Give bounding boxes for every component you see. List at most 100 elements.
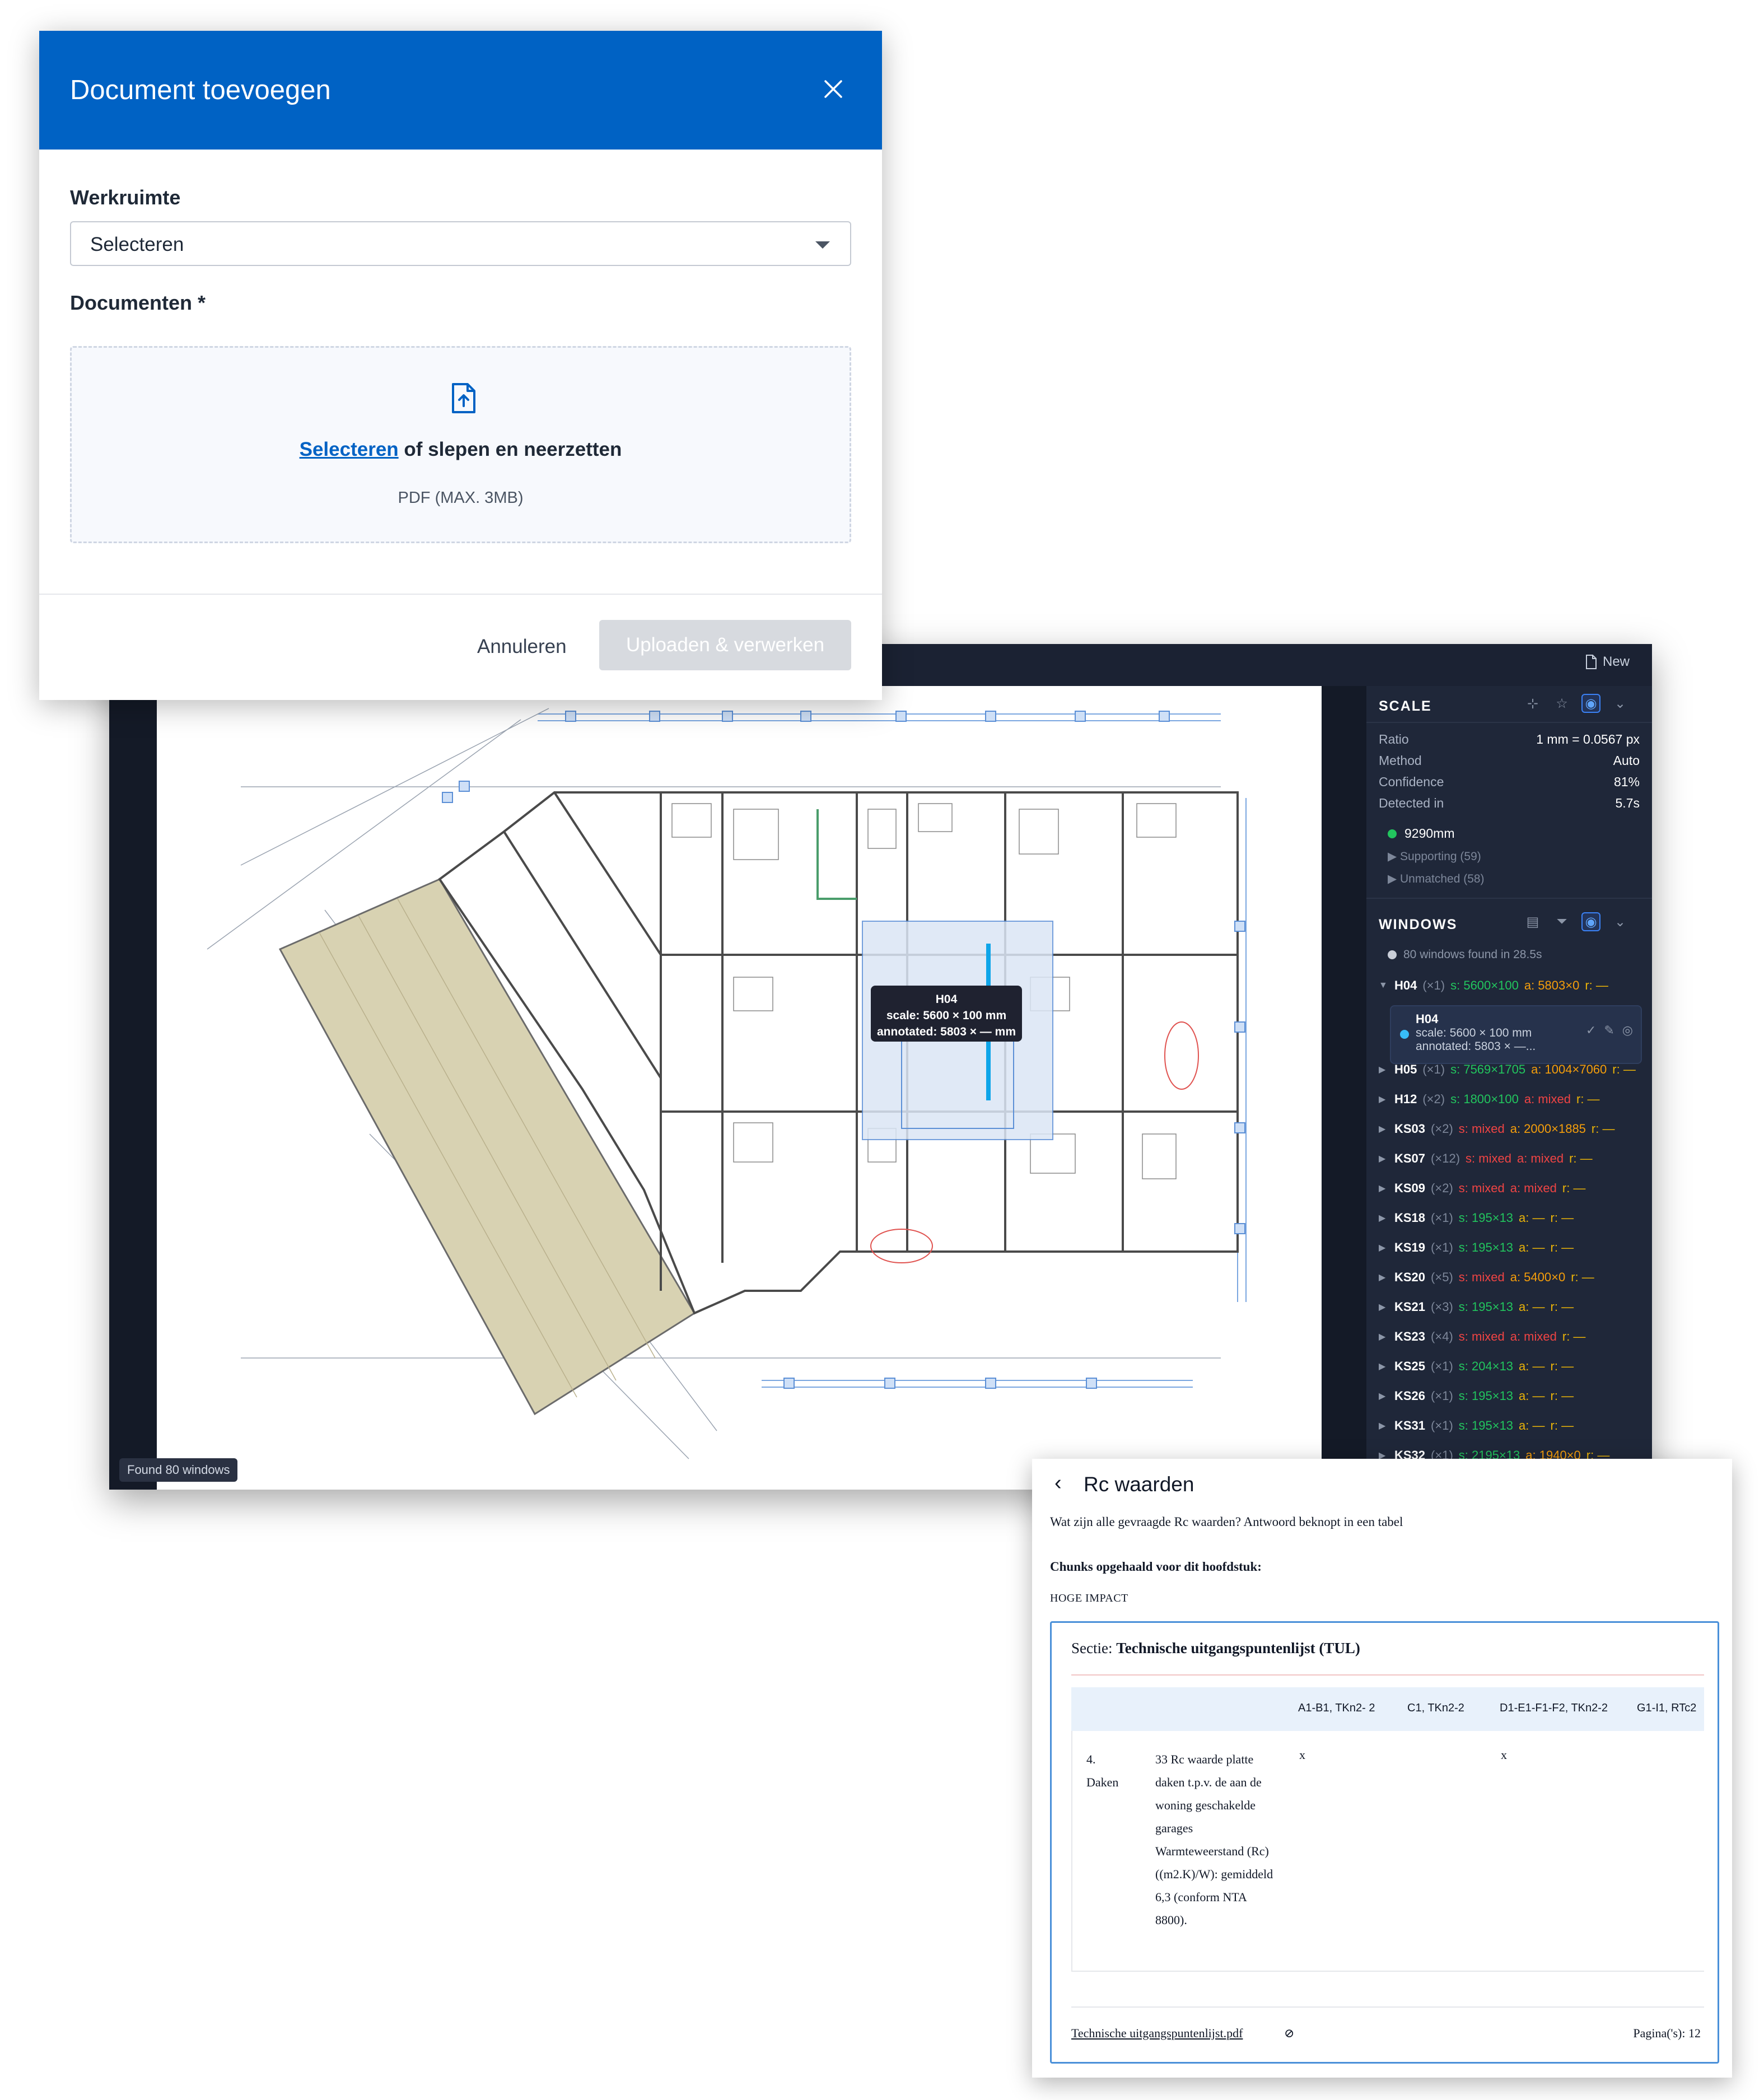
window-annotated: a: mixed [1510, 1181, 1557, 1195]
window-row-ks19[interactable]: ▶ KS19 (×1) s: 195×13 a: — r: — [1379, 1236, 1648, 1259]
new-button[interactable]: New [1585, 654, 1630, 670]
pencil-icon[interactable]: ✎ [1604, 1023, 1614, 1038]
divider [1366, 722, 1652, 723]
floor-plan-drawing[interactable] [157, 686, 1322, 1490]
measurement-value: 9290mm [1404, 826, 1455, 841]
window-scale: s: 204×13 [1458, 1359, 1514, 1373]
window-row-ks20[interactable]: ▶ KS20 (×5) s: mixed a: 5400×0 r: — [1379, 1266, 1648, 1289]
caret-right-icon[interactable]: ▶ [1379, 1390, 1389, 1402]
scale-section-header: SCALE ⊹ ☆ ◉ ⌄ [1366, 686, 1652, 725]
window-annotated: a: — [1519, 1359, 1545, 1373]
window-ratio: r: — [1562, 1329, 1586, 1343]
window-row-h04[interactable]: ▼ H04 (×1) s: 5600×100 a: 5803×0 r: — [1379, 974, 1648, 997]
window-annotated: a: — [1519, 1389, 1545, 1403]
upload-process-button[interactable]: Uploaden & verwerken [599, 620, 851, 670]
chevron-down-icon[interactable]: ⌄ [1611, 694, 1630, 713]
window-scale: s: mixed [1458, 1270, 1505, 1284]
windows-summary-text: 80 windows found in 28.5s [1403, 948, 1542, 961]
caret-right-icon[interactable]: ▶ [1379, 1301, 1389, 1313]
caret-right-icon[interactable]: ▶ [1379, 1123, 1389, 1135]
caret-right-icon[interactable]: ▶ [1379, 1183, 1389, 1194]
caret-right-icon[interactable]: ▶ [1379, 1331, 1389, 1342]
window-row-ks25[interactable]: ▶ KS25 (×1) s: 204×13 a: — r: — [1379, 1355, 1648, 1378]
select-files-link[interactable]: Selecteren [300, 438, 399, 460]
cell-mark: x [1501, 1748, 1507, 1762]
eye-icon[interactable]: ◉ [1581, 694, 1600, 713]
window-row-ks23[interactable]: ▶ KS23 (×4) s: mixed a: mixed r: — [1379, 1326, 1648, 1348]
workspace-select[interactable]: Selecteren [70, 221, 851, 266]
caret-right-icon[interactable]: ▶ [1379, 1094, 1389, 1105]
window-row-h12[interactable]: ▶ H12 (×2) s: 1800×100 a: mixed r: — [1379, 1088, 1648, 1110]
window-count: (×3) [1431, 1300, 1453, 1314]
caret-down-icon[interactable]: ▼ [1379, 981, 1389, 991]
unmatched-toggle[interactable]: ▶ Unmatched (58) [1388, 872, 1485, 886]
row-key: Ratio [1379, 732, 1409, 746]
window-ratio: r: — [1562, 1181, 1586, 1195]
window-id: KS09 [1394, 1181, 1426, 1195]
window-row-ks09[interactable]: ▶ KS09 (×2) s: mixed a: mixed r: — [1379, 1177, 1648, 1200]
caret-right-icon[interactable]: ▶ [1379, 1153, 1389, 1164]
window-count: (×1) [1431, 1211, 1453, 1225]
star-icon[interactable]: ☆ [1552, 694, 1571, 713]
scale-measurement[interactable]: 9290mm [1388, 826, 1454, 841]
window-scale: s: mixed [1466, 1151, 1511, 1165]
dropzone-text: of slepen en neerzetten [398, 438, 622, 460]
list-icon[interactable]: ▤ [1523, 912, 1542, 931]
row-key: Confidence [1379, 774, 1444, 789]
tooltip-annotated: annotated: 5803 × — mm [877, 1025, 1016, 1038]
window-id: KS23 [1394, 1329, 1426, 1343]
window-scale: s: 7569×1705 [1450, 1062, 1526, 1076]
window-row-ks31[interactable]: ▶ KS31 (×1) s: 195×13 a: — r: — [1379, 1415, 1648, 1437]
source-pdf-link[interactable]: Technische uitgangspuntenlijst.pdf [1071, 2026, 1243, 2041]
row-number: 4. Daken [1086, 1752, 1119, 1789]
caret-right-icon[interactable]: ▶ [1379, 1420, 1389, 1431]
window-row-ks03[interactable]: ▶ KS03 (×2) s: mixed a: 2000×1885 r: — [1379, 1118, 1648, 1140]
supporting-toggle[interactable]: ▶ Supporting (59) [1388, 850, 1481, 864]
floor-plan-svg [207, 708, 1247, 1459]
window-row-ks07[interactable]: ▶ KS07 (×12) s: mixed a: mixed r: — [1379, 1147, 1648, 1170]
caret-right-icon[interactable]: ▶ [1379, 1361, 1389, 1372]
window-annotated: a: — [1519, 1418, 1545, 1432]
window-annotated: a: — [1519, 1211, 1545, 1225]
row-value: 5.7s [1615, 796, 1640, 810]
back-chevron-icon[interactable]: ‹ [1054, 1471, 1062, 1495]
column-header: A1-B1, TKn2- 2 [1298, 1702, 1375, 1714]
caret-right-icon[interactable]: ▶ [1379, 1242, 1389, 1253]
window-id: KS25 [1394, 1359, 1426, 1373]
row-value: 81% [1613, 774, 1640, 789]
window-ratio: r: — [1576, 1092, 1600, 1106]
window-ratio: r: — [1550, 1240, 1574, 1254]
window-row-ks18[interactable]: ▶ KS18 (×1) s: 195×13 a: — r: — [1379, 1207, 1648, 1229]
window-row-ks26[interactable]: ▶ KS26 (×1) s: 195×13 a: — r: — [1379, 1385, 1648, 1407]
analysis-side-panel: SCALE ⊹ ☆ ◉ ⌄ Ratio 1 mm = 0.0567 px Meth… [1366, 686, 1652, 1490]
window-id: KS26 [1394, 1389, 1426, 1403]
eye-icon[interactable]: ◉ [1581, 912, 1600, 931]
filter-icon[interactable]: ⏷ [1552, 912, 1571, 931]
status-dot-icon [1400, 1030, 1409, 1039]
chevron-down-icon[interactable]: ⌄ [1611, 912, 1630, 931]
ruler-icon[interactable]: ⊹ [1523, 694, 1542, 713]
document-icon [1585, 655, 1597, 669]
column-header: D1-E1-F1-F2, TKn2-2 [1500, 1702, 1608, 1714]
workspace-select-value: Selecteren [90, 234, 184, 255]
window-ratio: r: — [1585, 978, 1608, 992]
caret-right-icon[interactable]: ▶ [1379, 1212, 1389, 1224]
divider [1071, 2006, 1704, 2008]
rc-values-card: ‹ Rc waarden Wat zijn alle gevraagde Rc … [1032, 1459, 1732, 2078]
caret-right-icon[interactable]: ▶ [1379, 1064, 1389, 1075]
window-ratio: r: — [1591, 1122, 1615, 1136]
selected-window-card[interactable]: H04 scale: 5600 × 100 mm annotated: 5803… [1390, 1005, 1642, 1064]
cancel-button[interactable]: Annuleren [477, 636, 567, 658]
file-dropzone[interactable]: Selecteren of slepen en neerzetten PDF (… [70, 346, 851, 543]
close-icon[interactable] [821, 77, 846, 101]
chunks-label: Chunks opgehaald voor dit hoofdstuk: [1050, 1560, 1262, 1574]
window-row-ks21[interactable]: ▶ KS21 (×3) s: 195×13 a: — r: — [1379, 1296, 1648, 1318]
check-icon[interactable]: ✓ [1586, 1023, 1596, 1038]
eye-icon[interactable]: ◎ [1622, 1023, 1633, 1038]
eye-off-icon[interactable]: ⊘ [1284, 2026, 1294, 2041]
window-scale: s: 195×13 [1458, 1240, 1514, 1254]
caret-right-icon[interactable]: ▶ [1379, 1272, 1389, 1283]
window-scale: s: 195×13 [1458, 1300, 1514, 1314]
window-ratio: r: — [1612, 1062, 1636, 1076]
window-id: KS19 [1394, 1240, 1426, 1254]
